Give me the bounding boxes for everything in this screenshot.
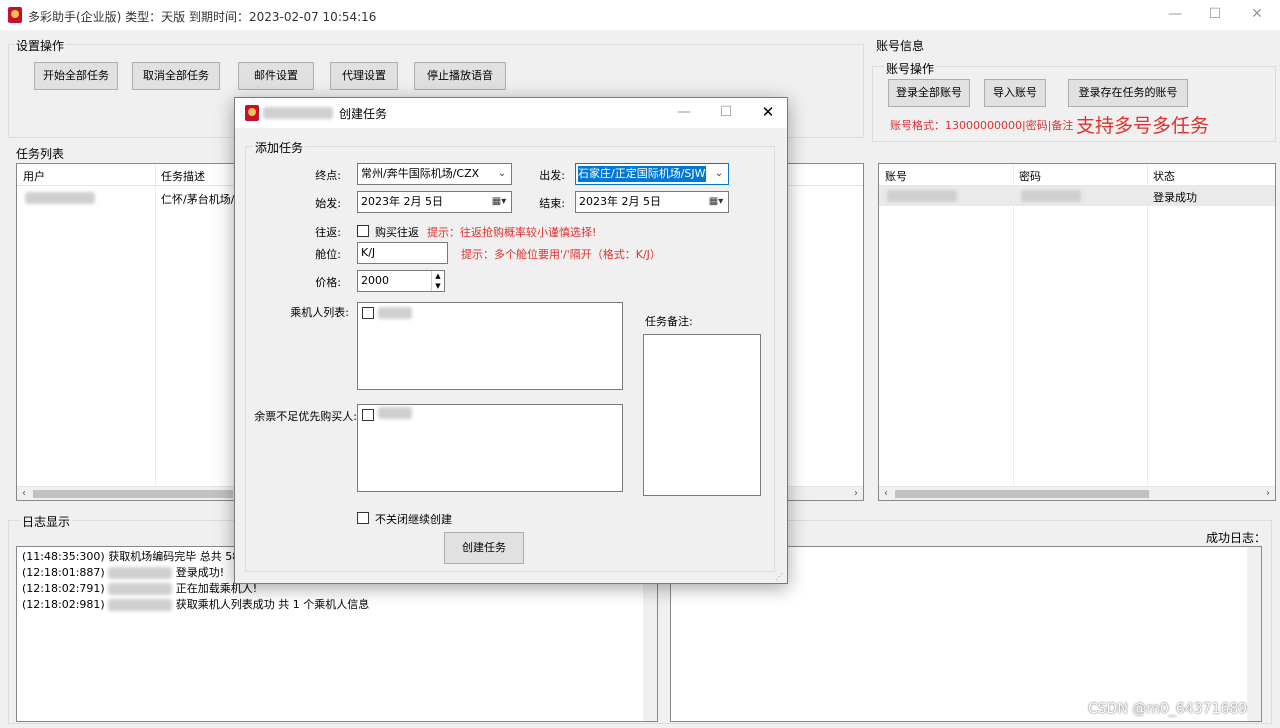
round-trip-label: 往返: [315,226,341,239]
task-note-textarea[interactable] [643,334,761,496]
account-hscrollbar[interactable]: ‹ › [879,486,1275,500]
password-redacted [1021,190,1081,202]
account-format-hint: 账号格式：13000000000|密码|备注 [890,119,1074,132]
column-task-desc[interactable]: 任务描述 [161,168,205,184]
cabin-hint: 提示：多个舱位要用'/'隔开（格式：K/J） [461,248,661,261]
log-line: (12:18:02:791) 正在加载乘机人! [22,582,258,595]
table-row[interactable] [25,192,95,207]
close-button[interactable]: ✕ [1242,6,1272,24]
end-date-label: 结束: [539,197,565,210]
cabin-label: 舱位: [315,248,341,261]
start-all-tasks-button[interactable]: 开始全部任务 [34,62,118,90]
login-all-accounts-button[interactable]: 登录全部账号 [888,79,970,107]
log-line: (12:18:02:981) 获取乘机人列表成功 共 1 个乘机人信息 [22,598,370,611]
success-log-vscrollbar[interactable] [1247,547,1261,721]
settings-group-title: 设置操作 [14,37,67,54]
dialog-logo-icon [245,105,259,121]
account-redacted [887,190,957,202]
add-task-title: 添加任务 [253,139,306,156]
maximize-button[interactable]: ☐ [1200,6,1230,24]
priority-buyer-redacted [378,407,412,419]
column-user[interactable]: 用户 [23,168,45,184]
calendar-icon[interactable]: ▦▾ [704,192,728,212]
csdn-watermark: CSDN @m0_64371689 [1088,701,1248,717]
scroll-right-icon[interactable]: › [1261,487,1275,501]
dest-label: 终点: [315,169,341,182]
login-task-accounts-button[interactable]: 登录存在任务的账号 [1068,79,1188,107]
account-table-header: 账号 密码 状态 [879,164,1275,186]
dialog-title: 创建任务 [339,107,388,121]
passenger-checkbox[interactable] [362,307,374,319]
minimize-button[interactable]: — [1160,6,1190,24]
scroll-thumb[interactable] [33,490,233,498]
column-divider [1147,164,1148,486]
dialog-maximize-button[interactable]: ☐ [711,104,741,122]
stop-voice-button[interactable]: 停止播放语音 [414,62,506,90]
round-trip-checkbox[interactable] [357,225,369,237]
start-date-picker[interactable]: 2023年 2月 5日 ▦▾ [357,191,512,213]
column-account[interactable]: 账号 [885,168,907,184]
task-list-title: 任务列表 [14,145,67,162]
window-title: 多彩助手(企业版) 类型：天版 到期时间：2023-02-07 10:54:16 [28,10,377,24]
passenger-list[interactable] [357,302,623,390]
keep-open-label[interactable]: 不关闭继续创建 [375,511,452,527]
success-log-title: 成功日志： [1204,529,1269,546]
proxy-settings-button[interactable]: 代理设置 [330,62,398,90]
log-line: (12:18:01:887) 登录成功! [22,566,225,579]
account-table[interactable]: 账号 密码 状态 登录成功 ‹ › [878,163,1276,501]
dest-select[interactable]: 常州/奔牛国际机场/CZX ⌄ [357,163,512,185]
app-logo-icon [8,7,22,23]
calendar-icon[interactable]: ▦▾ [487,192,511,212]
task-note-label: 任务备注: [645,315,693,328]
origin-select[interactable]: 石家庄/正定国际机场/SJW ⌄ [575,163,729,185]
import-accounts-button[interactable]: 导入账号 [984,79,1046,107]
priority-buyer-checkbox[interactable] [362,409,374,421]
account-ops-title: 账号操作 [884,60,937,77]
create-task-button[interactable]: 创建任务 [444,532,524,564]
column-password[interactable]: 密码 [1019,168,1041,184]
passenger-name-redacted [378,307,412,319]
round-trip-checkbox-label[interactable]: 购买往返 [375,224,419,240]
round-trip-hint: 提示：往返抢购概率较小谨慎选择! [427,226,597,239]
resize-grip-icon[interactable]: ⋰ [775,572,783,581]
chevron-down-icon: ⌄ [710,164,728,184]
cancel-all-tasks-button[interactable]: 取消全部任务 [132,62,220,90]
status-cell: 登录成功 [1153,191,1197,204]
account-info-title: 账号信息 [874,37,927,54]
column-divider [155,164,156,486]
column-status[interactable]: 状态 [1153,168,1175,184]
log-group-title: 日志显示 [20,513,73,530]
mail-settings-button[interactable]: 邮件设置 [238,62,314,90]
priority-buyer-list[interactable] [357,404,623,492]
dialog-close-button[interactable]: ✕ [753,103,783,121]
scroll-right-icon[interactable]: › [849,487,863,501]
end-date-picker[interactable]: 2023年 2月 5日 ▦▾ [575,191,729,213]
chevron-down-icon: ⌄ [497,168,507,179]
user-redacted [25,192,95,204]
start-date-label: 始发: [315,197,341,210]
task-desc-cell: 仁怀/茅台机场/ [161,193,235,206]
cabin-input[interactable]: K/J [357,242,448,264]
dialog-minimize-button[interactable]: — [669,104,699,122]
priority-buyer-label: 余票不足优先购买人: [254,410,357,423]
scroll-left-icon[interactable]: ‹ [879,487,893,501]
keep-open-checkbox[interactable] [357,512,369,524]
passenger-list-label: 乘机人列表: [290,306,349,319]
column-divider [1013,164,1014,486]
scroll-left-icon[interactable]: ‹ [17,487,31,501]
price-stepper[interactable]: 2000 ▲ ▼ [357,270,445,292]
promo-text: 支持多号多任务 [1076,115,1210,137]
dialog-title-redacted [263,107,333,119]
price-label: 价格: [315,276,341,289]
origin-label: 出发: [539,169,565,182]
create-task-dialog: 创建任务 — ☐ ✕ 添加任务 终点: 常州/奔牛国际机场/CZX ⌄ 出发: … [234,97,788,584]
log-line: (11:48:35:300) 获取机场编码完毕 总共 58 [22,550,240,563]
scroll-thumb[interactable] [895,490,1149,498]
stepper-arrows-icon[interactable]: ▲ ▼ [431,271,444,291]
